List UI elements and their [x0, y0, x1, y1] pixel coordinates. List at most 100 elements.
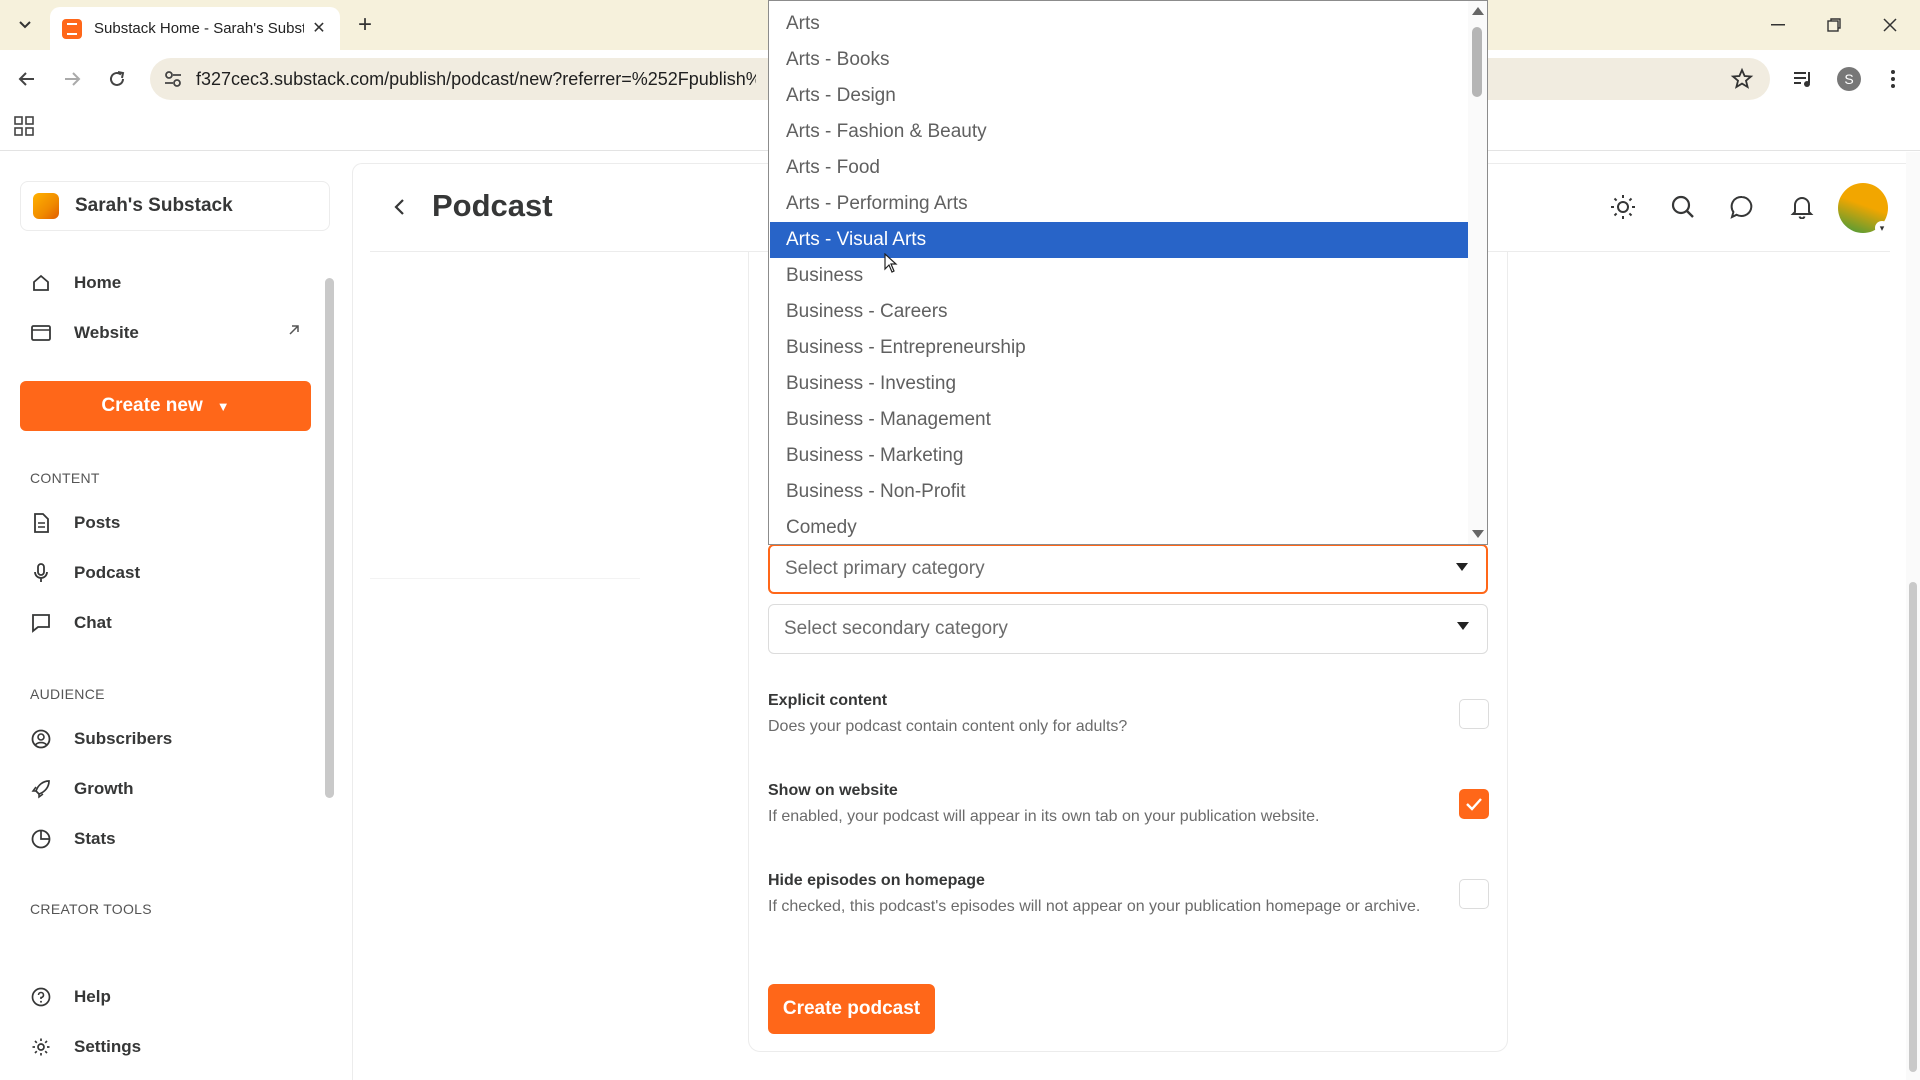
user-circle-icon [30, 728, 52, 750]
dropdown-option[interactable]: Arts [770, 6, 1468, 42]
sidebar-scrollbar[interactable] [325, 258, 334, 798]
external-link-icon [288, 323, 300, 341]
notifications-bell-icon[interactable] [1785, 190, 1819, 224]
dropdown-option[interactable]: Business [770, 258, 1468, 294]
option-description: Does your podcast contain content only f… [768, 718, 1128, 735]
sidebar-item-podcast[interactable]: Podcast [30, 553, 300, 593]
scroll-up-arrow-icon[interactable] [1472, 7, 1484, 15]
microphone-icon [30, 562, 52, 584]
tab-search-icon[interactable] [12, 12, 38, 38]
sidebar-item-label: Home [74, 273, 122, 292]
dropdown-option[interactable]: Arts - Performing Arts [770, 186, 1468, 222]
profile-avatar-icon[interactable]: S [1834, 64, 1864, 94]
checkmark-icon [1466, 798, 1482, 811]
category-dropdown-list: Arts Arts - Books Arts - Design Arts - F… [768, 0, 1488, 545]
home-icon [30, 272, 52, 294]
page-title: Podcast [432, 188, 553, 223]
sidebar-item-label: Settings [74, 1037, 142, 1056]
dropdown-option[interactable]: Business - Non-Profit [770, 474, 1468, 510]
sidebar-item-growth[interactable]: Growth [30, 769, 300, 809]
secondary-category-select[interactable]: Select secondary category [768, 604, 1488, 654]
page-scrollbar[interactable] [1906, 152, 1920, 1080]
sidebar-item-settings[interactable]: Settings [30, 1027, 300, 1067]
close-tab-icon[interactable]: ✕ [310, 20, 328, 38]
browser-tab[interactable]: Substack Home - Sarah's Substack ✕ [50, 7, 340, 50]
divider [370, 578, 640, 579]
sidebar-item-help[interactable]: Help [30, 977, 300, 1017]
sidebar-item-label: Stats [74, 829, 116, 848]
scroll-down-arrow-icon[interactable] [1472, 530, 1484, 538]
option-description: If checked, this podcast's episodes will… [768, 898, 1421, 915]
sidebar: Sarah's Substack Home Website Create new… [0, 151, 340, 1080]
sidebar-item-label: Growth [74, 779, 134, 798]
dropdown-option[interactable]: Comedy [770, 510, 1468, 544]
dropdown-option[interactable]: Arts - Design [770, 78, 1468, 114]
bookmark-star-icon[interactable] [1730, 67, 1754, 91]
site-info-icon[interactable] [162, 68, 184, 90]
sidebar-item-posts[interactable]: Posts [30, 503, 300, 543]
chat-icon[interactable] [1725, 190, 1759, 224]
sidebar-item-label: Podcast [74, 563, 141, 582]
select-arrow-icon [1457, 622, 1469, 630]
dropdown-option[interactable]: Arts - Books [770, 42, 1468, 78]
dropdown-option[interactable]: Business - Entrepreneurship [770, 330, 1468, 366]
reload-icon[interactable] [102, 64, 132, 94]
publication-switcher[interactable]: Sarah's Substack [20, 181, 330, 231]
dropdown-option[interactable]: Arts - Fashion & Beauty [770, 114, 1468, 150]
create-new-button[interactable]: Create new ▼ [20, 381, 311, 431]
mouse-cursor-icon [884, 252, 898, 273]
page-scrollbar-thumb[interactable] [1909, 582, 1917, 1072]
sidebar-item-home[interactable]: Home [30, 263, 300, 303]
gear-icon [30, 1036, 52, 1058]
dropdown-scrollbar[interactable] [1468, 1, 1487, 544]
dropdown-caret-icon: ▼ [216, 398, 230, 414]
dropdown-option[interactable]: Business - Management [770, 402, 1468, 438]
document-icon [30, 512, 52, 534]
create-podcast-button[interactable]: Create podcast [768, 984, 935, 1034]
select-arrow-icon [1456, 563, 1468, 571]
sidebar-item-label: Website [74, 323, 139, 342]
close-window-icon[interactable] [1872, 10, 1908, 40]
option-description: If enabled, your podcast will appear in … [768, 808, 1320, 825]
media-controls-icon[interactable] [1788, 64, 1818, 94]
back-arrow-icon[interactable] [12, 64, 42, 94]
secondary-category-placeholder: Select secondary category [784, 618, 1008, 639]
dropdown-option[interactable]: Business - Marketing [770, 438, 1468, 474]
search-icon[interactable] [1666, 190, 1700, 224]
dropdown-option[interactable]: Arts - Food [770, 150, 1468, 186]
dropdown-option-highlighted[interactable]: Arts - Visual Arts [770, 222, 1468, 258]
show-on-website-checkbox[interactable] [1459, 789, 1489, 819]
chat-bubble-icon [30, 612, 52, 634]
publication-logo [33, 193, 59, 219]
dropdown-option[interactable]: Business - Investing [770, 366, 1468, 402]
forward-arrow-icon[interactable] [57, 64, 87, 94]
browser-menu-icon[interactable] [1878, 64, 1908, 94]
section-label-content: CONTENT [30, 470, 100, 486]
show-on-website-option: Show on website If enabled, your podcast… [768, 782, 1488, 826]
sidebar-item-chat[interactable]: Chat [30, 603, 300, 643]
sidebar-item-label: Help [74, 987, 111, 1006]
hide-episodes-option: Hide episodes on homepage If checked, th… [768, 872, 1488, 916]
sidebar-item-stats[interactable]: Stats [30, 819, 300, 859]
dropdown-scrollbar-thumb[interactable] [1472, 27, 1482, 97]
avatar-menu-caret-icon[interactable]: ▾ [1875, 221, 1889, 235]
sidebar-item-label: Chat [74, 613, 112, 632]
hide-episodes-checkbox[interactable] [1459, 879, 1489, 909]
apps-grid-icon[interactable] [14, 116, 34, 136]
explicit-content-checkbox[interactable] [1459, 699, 1489, 729]
sidebar-item-label: Subscribers [74, 729, 173, 748]
pie-chart-icon [30, 828, 52, 850]
sidebar-scrollbar-thumb[interactable] [325, 278, 334, 798]
restore-icon[interactable] [1816, 10, 1852, 40]
back-chevron-icon[interactable] [384, 192, 414, 222]
explicit-content-option: Explicit content Does your podcast conta… [768, 692, 1488, 736]
minimize-icon[interactable] [1760, 10, 1796, 40]
primary-category-select[interactable]: Select primary category [768, 544, 1488, 594]
sidebar-item-subscribers[interactable]: Subscribers [30, 719, 300, 759]
rocket-icon [30, 778, 52, 800]
theme-toggle-sun-icon[interactable] [1606, 190, 1640, 224]
new-tab-icon[interactable]: + [352, 12, 378, 38]
sidebar-item-website[interactable]: Website [30, 313, 300, 353]
dropdown-option[interactable]: Business - Careers [770, 294, 1468, 330]
option-title: Explicit content [768, 692, 888, 709]
